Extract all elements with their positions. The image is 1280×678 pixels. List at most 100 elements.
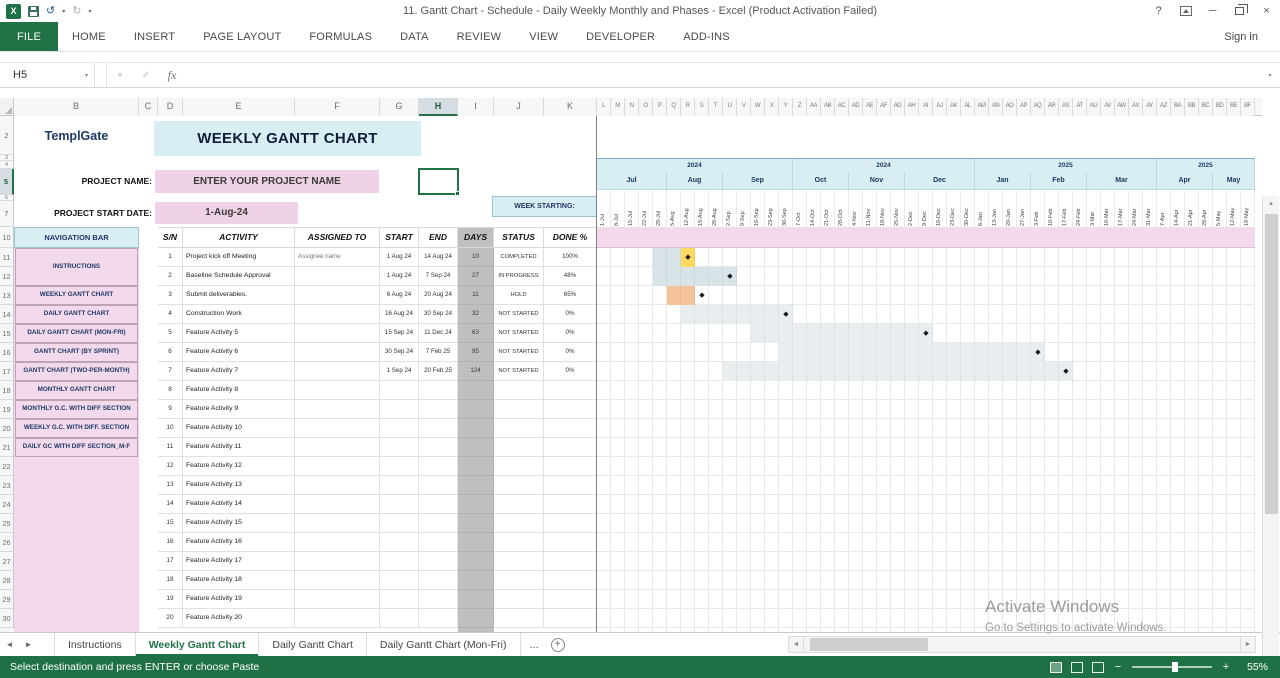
cell-end-row1[interactable]: 14 Aug 24	[419, 248, 458, 267]
month-label-dec-5[interactable]: Dec	[905, 172, 975, 190]
row-header-12[interactable]: 12	[0, 267, 14, 286]
week-label-19-may[interactable]: 19-May	[1241, 190, 1255, 227]
cell-days-row14[interactable]	[458, 495, 494, 514]
gantt-bar-cell[interactable]	[807, 343, 821, 362]
week-label-21-apr[interactable]: 21-Apr	[1185, 190, 1199, 227]
gantt-bar-cell[interactable]	[919, 343, 933, 362]
gantt-bar-cell[interactable]	[1017, 343, 1031, 362]
column-header-AA[interactable]: AA	[807, 98, 821, 116]
undo-icon[interactable]: ↺	[46, 5, 55, 17]
week-label-28-oct[interactable]: 28-Oct	[835, 190, 849, 227]
gantt-bar-cell[interactable]	[779, 362, 793, 381]
cell-done-row7[interactable]: 0%	[544, 362, 597, 381]
column-header-D[interactable]: D	[158, 98, 183, 116]
cell-status-row6[interactable]: NOT STARTED	[494, 343, 544, 362]
cell-start-row19[interactable]	[380, 590, 419, 609]
cell-start-row10[interactable]	[380, 419, 419, 438]
cell-start-row6[interactable]: 30 Sep 24	[380, 343, 419, 362]
scroll-up-icon[interactable]: ▲	[1263, 196, 1279, 212]
cancel-icon[interactable]: ×	[107, 70, 133, 81]
ribbon-tab-data[interactable]: DATA	[386, 22, 443, 51]
ribbon-tab-view[interactable]: VIEW	[515, 22, 572, 51]
cell-assigned-row7[interactable]	[295, 362, 380, 381]
ribbon-tab-insert[interactable]: INSERT	[120, 22, 189, 51]
gantt-bar-cell[interactable]	[1003, 362, 1017, 381]
vertical-scroll-thumb[interactable]	[1265, 214, 1278, 514]
week-label-23-dec[interactable]: 23-Dec	[947, 190, 961, 227]
cell-done-row17[interactable]	[544, 552, 597, 571]
cell-done-row3[interactable]: 65%	[544, 286, 597, 305]
column-header-AT[interactable]: AT	[1073, 98, 1087, 116]
column-header-S[interactable]: S	[695, 98, 709, 116]
cell-start-row11[interactable]	[380, 438, 419, 457]
gantt-bar-cell[interactable]	[807, 324, 821, 343]
row-header-29[interactable]: 29	[0, 590, 14, 609]
cell-sn-row19[interactable]: 19	[158, 590, 183, 609]
gantt-bar-cell[interactable]	[1017, 362, 1031, 381]
table-header-done[interactable]: DONE %	[544, 227, 597, 248]
column-header-AV[interactable]: AV	[1101, 98, 1115, 116]
cell-sn-row11[interactable]: 11	[158, 438, 183, 457]
cell-activity-row9[interactable]: Feature Activity 9	[183, 400, 295, 419]
week-label-26-aug[interactable]: 26-Aug	[709, 190, 723, 227]
column-header-BD[interactable]: BD	[1213, 98, 1227, 116]
cell-assigned-row9[interactable]	[295, 400, 380, 419]
column-header-C[interactable]: C	[139, 98, 158, 116]
column-header-AN[interactable]: AN	[989, 98, 1003, 116]
ribbon-tab-formulas[interactable]: FORMULAS	[295, 22, 386, 51]
formula-bar-expand-icon[interactable]: ▾	[1260, 72, 1280, 79]
fill-handle[interactable]	[455, 191, 460, 196]
row-header-20[interactable]: 20	[0, 419, 14, 438]
formula-bar-splitter[interactable]	[95, 63, 107, 87]
cell-activity-row3[interactable]: Submit deliverables.	[183, 286, 295, 305]
cell-activity-row20[interactable]: Feature Activity 20	[183, 609, 295, 628]
cell-activity-row10[interactable]: Feature Activity 10	[183, 419, 295, 438]
cell-done-row5[interactable]: 0%	[544, 324, 597, 343]
cell-days-row8[interactable]	[458, 381, 494, 400]
cell-sn-row12[interactable]: 12	[158, 457, 183, 476]
cell-end-row19[interactable]	[419, 590, 458, 609]
nav-item-gantt-chart-two-per-month[interactable]: GANTT CHART (TWO-PER-MONTH)	[15, 362, 138, 381]
column-header-BF[interactable]: BF	[1241, 98, 1255, 116]
cell-sn-row13[interactable]: 13	[158, 476, 183, 495]
row-header-23[interactable]: 23	[0, 476, 14, 495]
horizontal-scroll-track[interactable]	[804, 636, 1240, 653]
cell-assigned-row16[interactable]	[295, 533, 380, 552]
sheet-tab-daily-gantt-chart[interactable]: Daily Gantt Chart	[258, 633, 367, 656]
gantt-bar-cell[interactable]	[793, 362, 807, 381]
month-label-may-10[interactable]: May	[1213, 172, 1255, 190]
column-header-AO[interactable]: AO	[1003, 98, 1017, 116]
cell-activity-row14[interactable]: Feature Activity 14	[183, 495, 295, 514]
week-label-14-oct[interactable]: 14-Oct	[807, 190, 821, 227]
row-header-25[interactable]: 25	[0, 514, 14, 533]
zoom-slider[interactable]	[1132, 662, 1212, 672]
cell-end-row2[interactable]: 7 Sep 24	[419, 267, 458, 286]
project-name-value[interactable]: ENTER YOUR PROJECT NAME	[155, 170, 379, 193]
column-header-BE[interactable]: BE	[1227, 98, 1241, 116]
cell-sn-row20[interactable]: 20	[158, 609, 183, 628]
nav-item-daily-gantt-chart-mon-fri[interactable]: DAILY GANTT CHART (MON-FRI)	[15, 324, 138, 343]
cell-done-row20[interactable]	[544, 609, 597, 628]
cell-assigned-row13[interactable]	[295, 476, 380, 495]
year-label-0[interactable]: 2024	[597, 158, 793, 172]
horizontal-scroll-thumb[interactable]	[810, 638, 928, 651]
cell-assigned-row6[interactable]	[295, 343, 380, 362]
cell-days-row7[interactable]: 124	[458, 362, 494, 381]
cell-sn-row8[interactable]: 8	[158, 381, 183, 400]
cell-days-row16[interactable]	[458, 533, 494, 552]
cell-status-row2[interactable]: IN PROGRESS	[494, 267, 544, 286]
gantt-bar-cell[interactable]	[709, 305, 723, 324]
page-layout-view-button[interactable]	[1071, 661, 1083, 673]
column-header-V[interactable]: V	[737, 98, 751, 116]
gantt-bar-cell[interactable]	[877, 324, 891, 343]
week-label-11-nov[interactable]: 11-Nov	[863, 190, 877, 227]
column-header-AH[interactable]: AH	[905, 98, 919, 116]
cell-end-row20[interactable]	[419, 609, 458, 628]
nav-item-weekly-g-c-with-diff-section[interactable]: WEEKLY G.C. WITH DIFF. SECTION	[15, 419, 138, 438]
cell-sn-row14[interactable]: 14	[158, 495, 183, 514]
ribbon-tab-page-layout[interactable]: PAGE LAYOUT	[189, 22, 295, 51]
gantt-bar-cell[interactable]	[849, 324, 863, 343]
column-header-R[interactable]: R	[681, 98, 695, 116]
name-box-dropdown-icon[interactable]: ▾	[85, 72, 88, 79]
tab-scroll-right-icon[interactable]: ►	[19, 633, 38, 656]
